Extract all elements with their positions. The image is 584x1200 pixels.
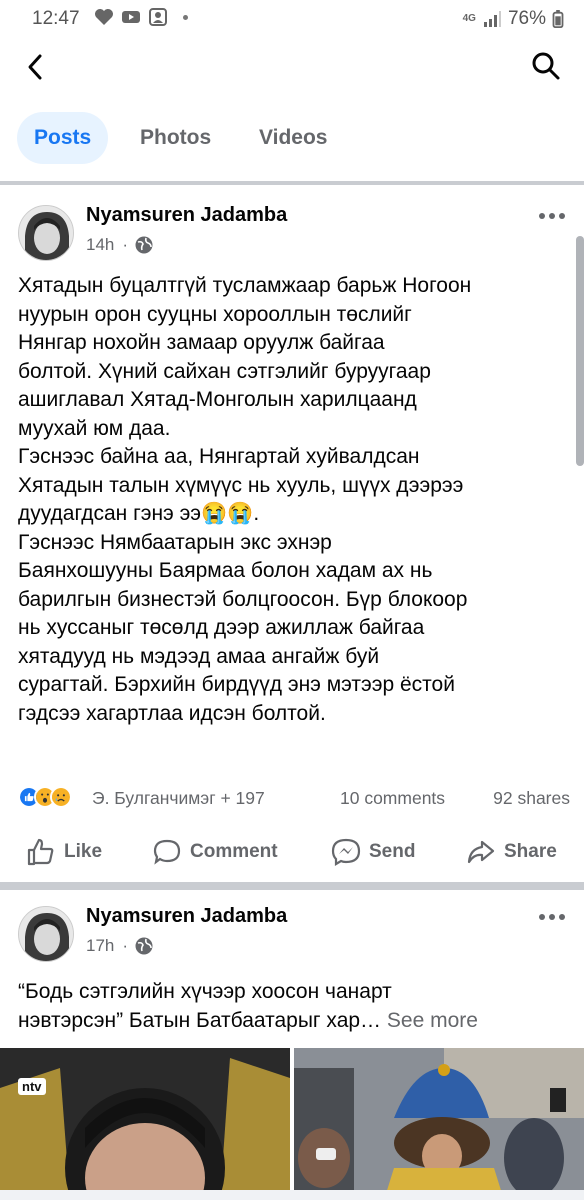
- post-text-line: “Бодь сэтгэлийн хүчээр хоосон чанарт: [18, 980, 392, 1003]
- back-arrow-icon[interactable]: [22, 50, 50, 84]
- messenger-icon: [331, 838, 361, 866]
- reactions-row[interactable]: Э. Булганчимэг + 197 10 comments 92 shar…: [18, 786, 570, 812]
- more-options-icon[interactable]: [538, 212, 566, 220]
- post-time: 17h: [86, 936, 115, 955]
- signal-icon: [483, 11, 501, 27]
- comment-count[interactable]: 10 comments: [340, 788, 445, 809]
- top-nav: [0, 38, 584, 98]
- tab-posts[interactable]: Posts: [17, 112, 109, 164]
- gesture-bar: [0, 1184, 584, 1200]
- post-photos: ntv: [0, 1048, 584, 1200]
- avatar-image: [19, 907, 73, 961]
- channel-badge: ntv: [18, 1078, 46, 1095]
- status-bar: 12:47 4G 76%: [0, 0, 584, 38]
- post-meta: 14h ·: [86, 235, 154, 255]
- post-divider: [0, 882, 584, 890]
- battery-level: 76%: [507, 8, 546, 29]
- search-icon[interactable]: [530, 50, 562, 82]
- photo-image: [0, 1048, 290, 1200]
- status-time: 12:47: [32, 8, 80, 29]
- scrollbar[interactable]: [576, 236, 584, 466]
- share-count[interactable]: 92 shares: [493, 788, 570, 809]
- share-label: Share: [504, 841, 557, 862]
- comment-label: Comment: [190, 841, 278, 862]
- post-text: Хятадын буцалтгүй тусламжаар барьж Ногоо…: [18, 274, 472, 725]
- profile-tabs: Posts Photos Videos: [0, 112, 584, 172]
- network-type: 4G: [462, 13, 476, 24]
- like-button[interactable]: Like: [26, 838, 102, 866]
- youtube-icon: [122, 11, 140, 23]
- globe-icon: [135, 937, 153, 955]
- like-icon: [27, 838, 54, 866]
- battery-icon: [552, 10, 564, 28]
- post-meta: 17h ·: [86, 936, 154, 956]
- like-label: Like: [64, 841, 103, 862]
- post-time: 14h: [86, 235, 115, 254]
- post-author[interactable]: Nyamsuren Jadamba: [86, 204, 287, 227]
- photo-image: [294, 1048, 584, 1200]
- tab-photos[interactable]: Photos: [140, 112, 211, 164]
- avatar[interactable]: [18, 205, 74, 261]
- dot-icon: [183, 14, 188, 20]
- send-button[interactable]: Send: [331, 838, 415, 866]
- send-label: Send: [369, 841, 416, 862]
- tab-videos[interactable]: Videos: [259, 112, 327, 164]
- post-text: “Бодь сэтгэлийн хүчээр хоосон чанарт нэв…: [18, 978, 570, 1035]
- share-icon: [467, 840, 495, 864]
- heart-icon: [95, 9, 113, 25]
- account-icon: [149, 8, 167, 26]
- nav-handle-icon: [0, 1190, 584, 1200]
- see-more-link[interactable]: See more: [387, 1009, 478, 1032]
- comment-icon: [153, 839, 181, 865]
- reaction-icons: [18, 786, 72, 808]
- post-author[interactable]: Nyamsuren Jadamba: [86, 905, 287, 928]
- globe-icon: [135, 236, 153, 254]
- avatar[interactable]: [18, 906, 74, 962]
- post-actions: Like Comment Send Share: [0, 830, 584, 874]
- more-options-icon[interactable]: [538, 913, 566, 921]
- sad-reaction-icon: [50, 786, 72, 808]
- avatar-image: [19, 206, 73, 260]
- post-photo[interactable]: ntv: [0, 1048, 290, 1200]
- notification-icons: [94, 8, 188, 26]
- post-photo[interactable]: [294, 1048, 584, 1200]
- post-text-line: нэвтэрсэн” Батын Батбаатарыг хар…: [18, 1008, 382, 1032]
- share-button[interactable]: Share: [466, 838, 557, 866]
- comment-button[interactable]: Comment: [152, 838, 278, 866]
- reaction-names[interactable]: Э. Булганчимэг + 197: [92, 788, 265, 809]
